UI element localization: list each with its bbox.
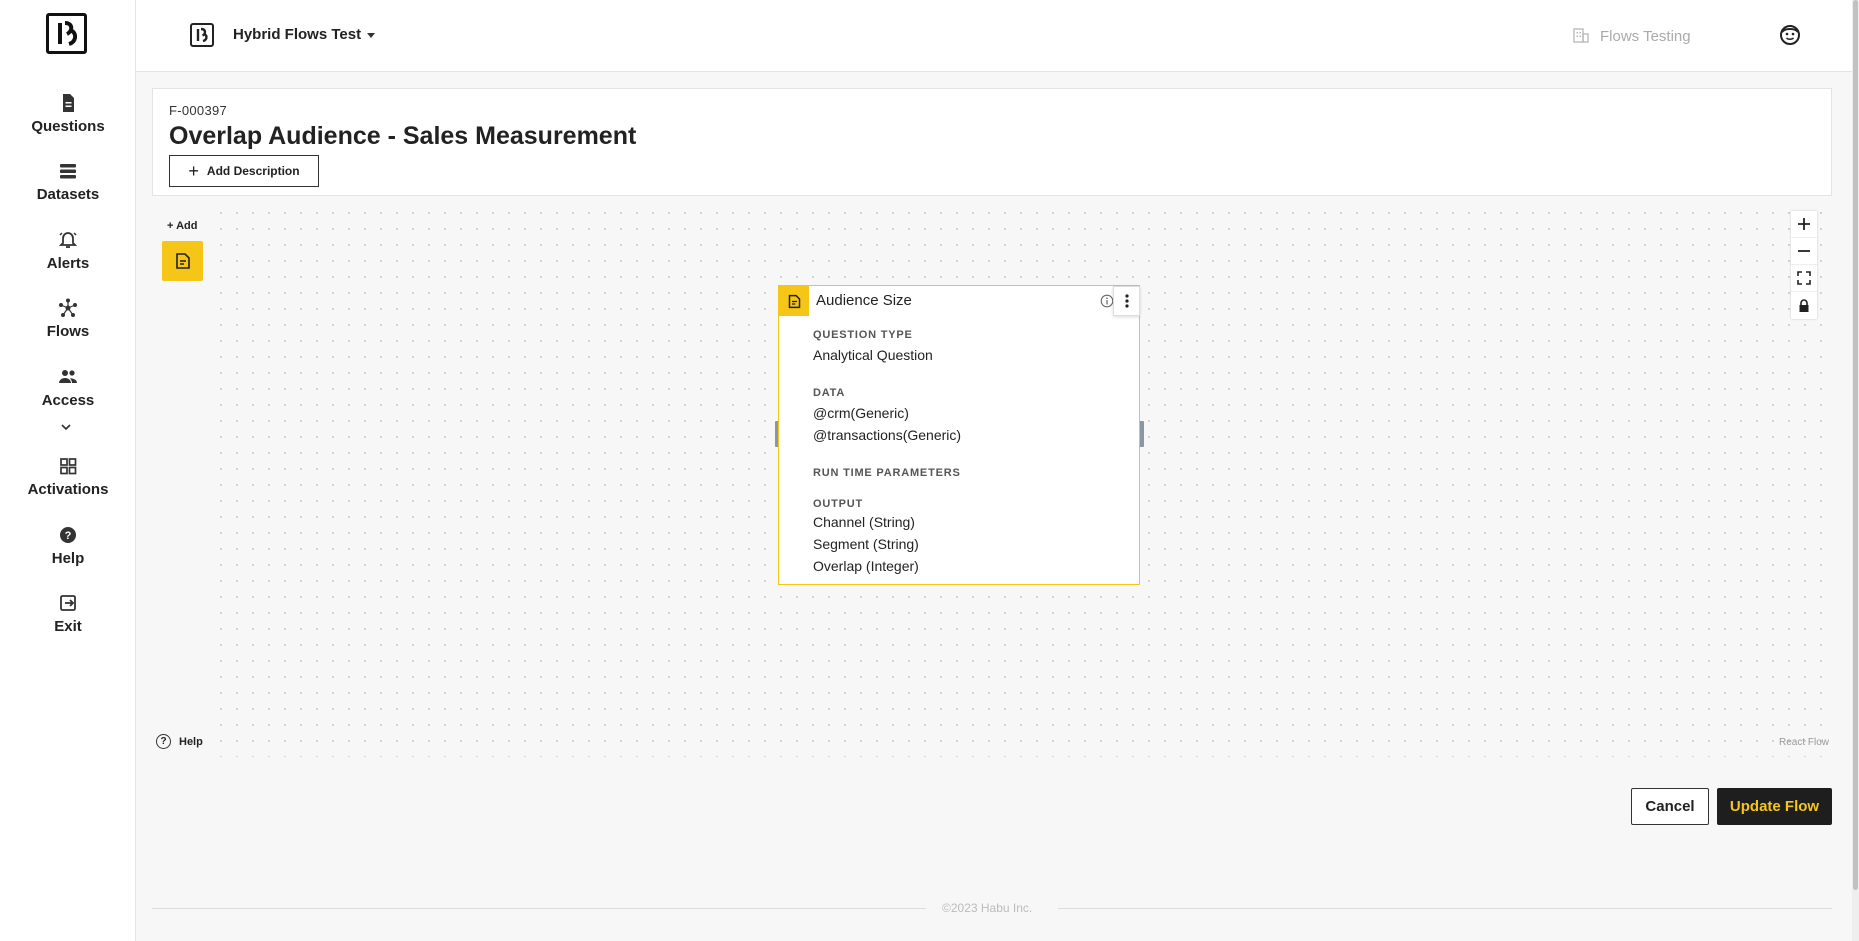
lock-icon <box>1799 298 1809 312</box>
topbar: Hybrid Flows Test Flows Testing <box>136 0 1852 72</box>
sidebar-item-label: Exit <box>54 618 82 635</box>
sidebar-item-label: Help <box>51 550 85 567</box>
org-switcher[interactable]: Hybrid Flows Test <box>233 26 376 43</box>
sidebar-item-label: Questions <box>31 118 105 135</box>
question-circle-icon: ? <box>156 734 171 749</box>
footer-divider <box>152 908 926 909</box>
output-label: OUTPUT <box>813 498 864 510</box>
sidebar-item-questions[interactable]: Questions <box>0 92 136 136</box>
sidebar-item-label: Flows <box>46 323 90 340</box>
bell-icon <box>58 232 78 248</box>
node-header: Audience Size <box>779 286 1140 316</box>
output-value: Channel (String) <box>813 514 915 530</box>
question-type-label: QUESTION TYPE <box>813 329 913 341</box>
node-menu-button[interactable] <box>1113 286 1140 316</box>
flow-node-audience-size[interactable]: Audience Size QUESTION TYPE Analytical Q… <box>778 285 1140 585</box>
sidebar-item-access[interactable]: Access <box>0 366 136 410</box>
sidebar-item-label: Access <box>41 392 95 409</box>
org-logo-icon <box>190 23 214 47</box>
flow-header: F-000397 Overlap Audience - Sales Measur… <box>152 88 1832 196</box>
zoom-out-button[interactable] <box>1791 238 1817 265</box>
node-palette <box>152 205 213 757</box>
sidebar-item-flows[interactable]: Flows <box>0 297 136 341</box>
chevron-down-icon[interactable] <box>58 421 74 435</box>
more-vertical-icon <box>1124 294 1129 308</box>
scrollbar-thumb[interactable] <box>1853 0 1858 890</box>
question-node-icon <box>788 294 800 308</box>
footer-divider <box>1058 908 1832 909</box>
output-value: Segment (String) <box>813 536 919 552</box>
output-value: Overlap (Integer) <box>813 558 919 574</box>
document-icon <box>63 94 74 112</box>
update-flow-button[interactable]: Update Flow <box>1717 788 1832 825</box>
user-avatar-icon[interactable] <box>1778 23 1802 47</box>
add-node-link[interactable]: + Add <box>167 220 197 232</box>
add-description-button[interactable]: + Add Description <box>169 155 319 187</box>
page-title: Overlap Audience - Sales Measurement <box>169 122 637 150</box>
caret-down-icon <box>367 32 376 38</box>
question-type-value: Analytical Question <box>813 347 933 363</box>
org-name: Hybrid Flows Test <box>233 26 362 43</box>
exit-icon <box>60 595 76 611</box>
page-scrollbar[interactable] <box>1852 0 1859 941</box>
sidebar-item-datasets[interactable]: Datasets <box>0 160 136 204</box>
flow-id: F-000397 <box>169 103 228 118</box>
people-icon <box>59 370 77 383</box>
help-icon: ? <box>60 527 76 543</box>
plus-icon: + <box>188 161 199 181</box>
building-icon <box>1573 28 1589 43</box>
account-switcher[interactable]: Flows Testing <box>1572 26 1691 45</box>
palette-question-node[interactable] <box>162 241 203 281</box>
svg-text:?: ? <box>65 530 72 542</box>
flows-icon <box>59 298 77 317</box>
minus-icon <box>1798 250 1810 252</box>
canvas-controls <box>1791 211 1817 319</box>
info-icon[interactable] <box>1100 294 1114 308</box>
sidebar-item-label: Alerts <box>46 255 90 272</box>
node-title: Audience Size <box>816 292 912 309</box>
cancel-button[interactable]: Cancel <box>1631 788 1709 825</box>
question-node-icon <box>175 253 190 269</box>
plus-icon <box>1798 218 1810 230</box>
habu-logo[interactable] <box>46 13 87 54</box>
sidebar-item-alerts[interactable]: Alerts <box>0 229 136 273</box>
react-flow-attribution[interactable]: React Flow <box>1779 737 1829 748</box>
sidebar-item-exit[interactable]: Exit <box>0 592 136 636</box>
add-description-label: Add Description <box>206 164 300 178</box>
sidebar: Questions Datasets Alerts Flows Access A… <box>0 0 136 941</box>
run-time-parameters-label: RUN TIME PARAMETERS <box>813 467 961 479</box>
grid-icon <box>60 458 77 475</box>
zoom-in-button[interactable] <box>1791 211 1817 238</box>
data-value: @transactions(Generic) <box>813 427 962 443</box>
data-label: DATA <box>813 387 846 399</box>
fit-view-button[interactable] <box>1791 265 1817 292</box>
sidebar-item-label: Activations <box>27 481 109 498</box>
canvas-help-label: Help <box>179 735 203 748</box>
data-value: @crm(Generic) <box>813 405 909 421</box>
canvas-help-link[interactable]: ? Help <box>156 734 203 749</box>
question-node-badge <box>779 286 809 316</box>
account-name: Flows Testing <box>1600 28 1691 45</box>
copyright: ©2023 Habu Inc. <box>942 901 1033 915</box>
fit-view-icon <box>1797 271 1811 285</box>
lock-button[interactable] <box>1791 292 1817 319</box>
stack-icon <box>60 164 76 179</box>
sidebar-item-help[interactable]: ? Help <box>0 524 136 568</box>
sidebar-item-label: Datasets <box>36 186 100 203</box>
sidebar-item-activations[interactable]: Activations <box>0 455 136 499</box>
